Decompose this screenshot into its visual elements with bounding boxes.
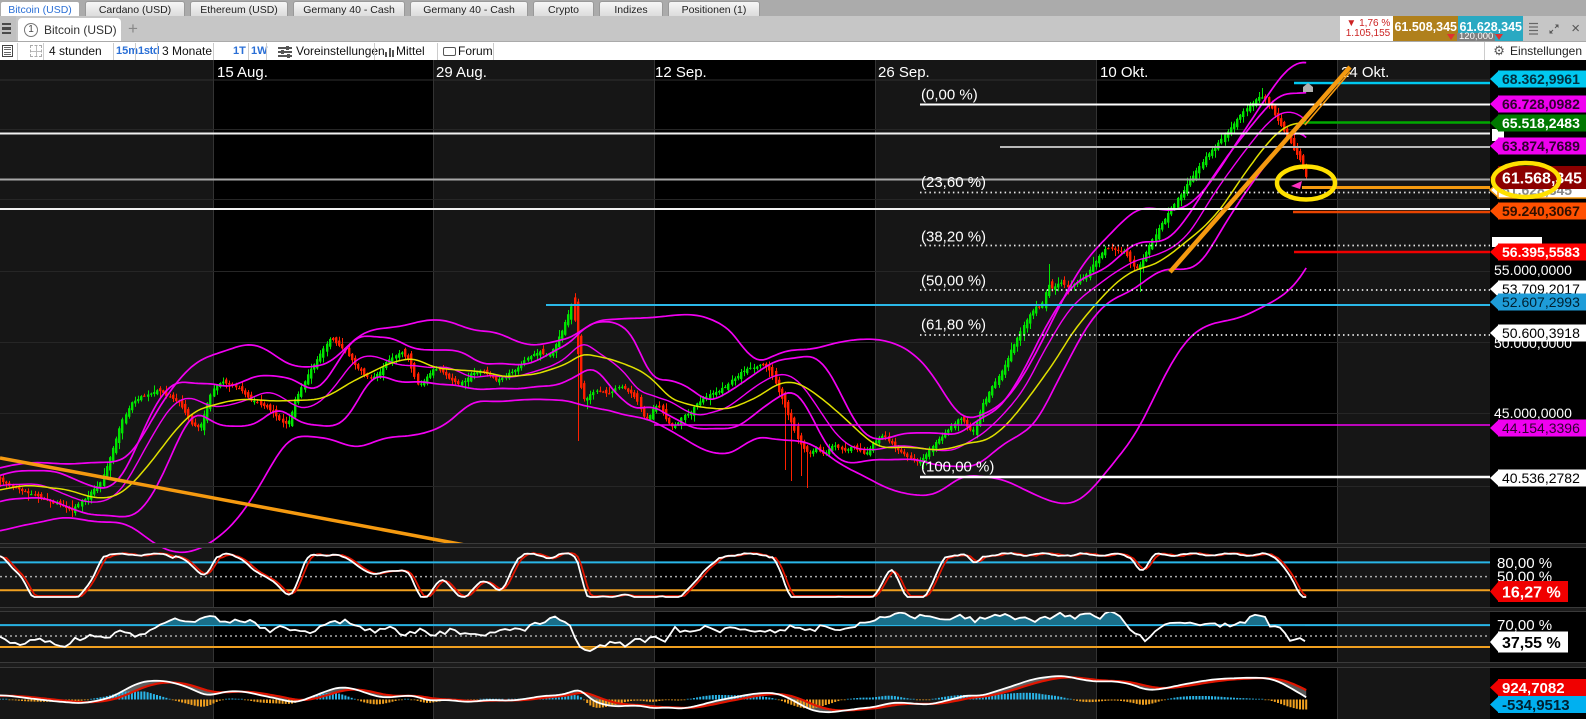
svg-text:-534,9513: -534,9513 [1502,697,1570,714]
svg-text:(23,60 %): (23,60 %) [921,174,986,191]
svg-text:45.000,0000: 45.000,0000 [1494,405,1572,421]
svg-text:(100,00 %): (100,00 %) [921,459,994,476]
svg-text:12 Sep.: 12 Sep. [655,64,707,81]
svg-text:59.240,3067: 59.240,3067 [1502,203,1580,219]
svg-text:15 Aug.: 15 Aug. [217,64,268,81]
svg-text:16,27 %: 16,27 % [1502,584,1561,601]
svg-text:29 Aug.: 29 Aug. [436,64,487,81]
svg-text:(38,20 %): (38,20 %) [921,229,986,246]
svg-text:(50,00 %): (50,00 %) [921,273,986,290]
svg-text:(61,80 %): (61,80 %) [921,317,986,334]
svg-text:66.728,0982: 66.728,0982 [1502,96,1580,112]
svg-text:68.362,9961: 68.362,9961 [1502,71,1580,87]
svg-text:26 Sep.: 26 Sep. [878,64,930,81]
svg-text:55.000,0000: 55.000,0000 [1494,262,1572,278]
svg-text:52.607,2993: 52.607,2993 [1502,294,1580,310]
svg-text:56.395,5583: 56.395,5583 [1502,244,1580,260]
svg-text:44.154,3396: 44.154,3396 [1502,420,1580,436]
svg-text:70,00 %: 70,00 % [1497,617,1552,634]
svg-text:924,7082: 924,7082 [1502,680,1565,697]
svg-text:10 Okt.: 10 Okt. [1100,64,1148,81]
svg-text:40.536,2782: 40.536,2782 [1502,470,1580,486]
svg-text:50.600,3918: 50.600,3918 [1502,325,1580,341]
svg-text:61.568,345: 61.568,345 [1502,170,1582,187]
svg-text:63.874,7689: 63.874,7689 [1502,138,1580,154]
svg-text:37,55 %: 37,55 % [1502,635,1561,652]
svg-text:65.518,2483: 65.518,2483 [1502,115,1580,131]
svg-text:(0,00 %): (0,00 %) [921,87,978,104]
